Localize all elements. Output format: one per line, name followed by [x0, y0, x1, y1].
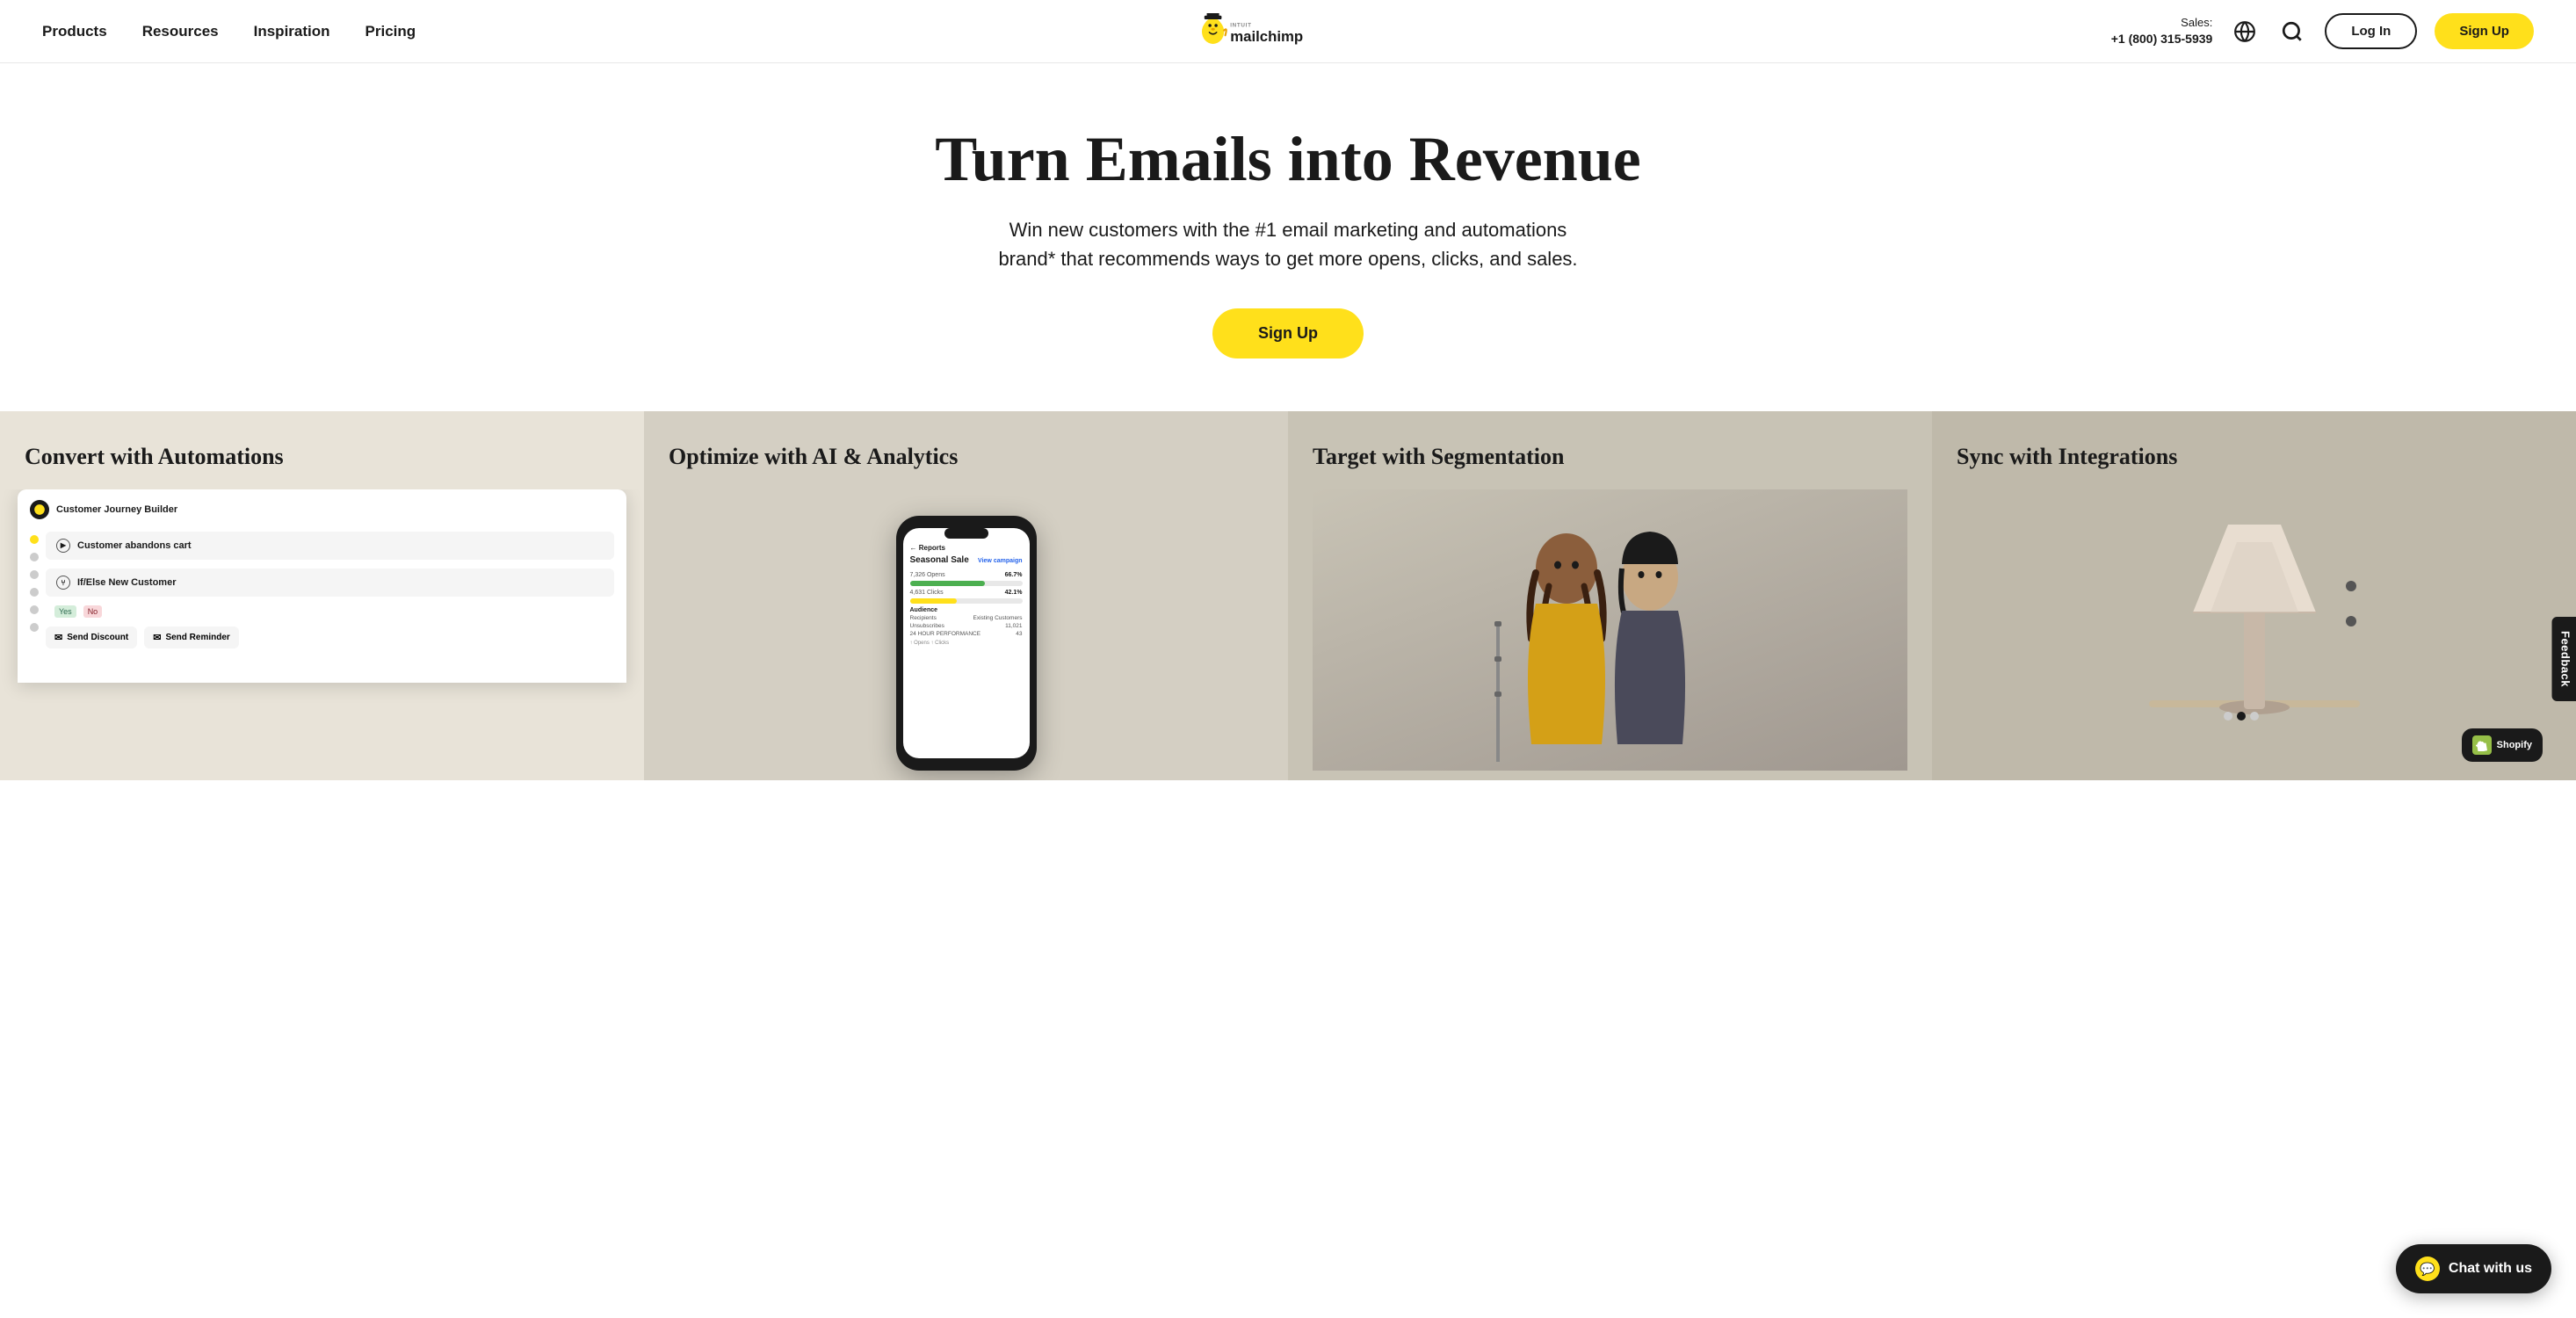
- journey-branch: Yes No: [54, 605, 614, 618]
- journey-step-ifelse: ⑂ If/Else New Customer: [46, 568, 614, 597]
- opens-label: 7,326 Opens: [910, 572, 945, 578]
- chimp-small-icon: [30, 500, 49, 519]
- clicks-label: 4,631 Clicks: [910, 590, 944, 596]
- lamp-illustration: [2140, 498, 2369, 762]
- journey-builder-mock: Customer Journey Builder: [18, 489, 626, 683]
- col-24hr: 24 HOUR PERFORMANCE: [910, 631, 981, 637]
- opens-bar: [910, 581, 985, 586]
- opens-pct: 66.7%: [1005, 572, 1023, 578]
- sidebar-dot-2: [30, 553, 39, 561]
- hero-title: Turn Emails into Revenue: [35, 125, 2541, 194]
- shopify-label: Shopify: [2497, 740, 2532, 750]
- step-play-icon: ▶: [56, 539, 70, 553]
- ai-analytics-title: Optimize with AI & Analytics: [669, 443, 1263, 472]
- abandon-cart-label: Customer abandons cart: [77, 540, 192, 551]
- journey-sends: ✉ Send Discount ✉ Send Reminder: [46, 626, 614, 648]
- feedback-tab[interactable]: Feedback: [2552, 617, 2576, 701]
- feature-ai-analytics: Optimize with AI & Analytics ← Reports S…: [644, 411, 1288, 780]
- badge-yes: Yes: [54, 605, 76, 618]
- send-discount-button: ✉ Send Discount: [46, 626, 137, 648]
- phone-notch: [944, 528, 988, 539]
- nav-resources[interactable]: Resources: [142, 23, 219, 40]
- phone-campaign-title: Seasonal Sale: [910, 555, 969, 565]
- col-existing: Existing Customers: [973, 615, 1023, 621]
- phone-screen: ← Reports Seasonal Sale View campaign 7,…: [903, 528, 1030, 758]
- email-icon-1: ✉: [54, 632, 62, 643]
- sales-info: Sales: +1 (800) 315-5939: [2111, 15, 2213, 48]
- journey-builder-label: Customer Journey Builder: [56, 504, 177, 515]
- globe-icon: [2233, 20, 2256, 43]
- table-header-row: Recipients Existing Customers: [910, 615, 1023, 621]
- sales-label: Sales:: [2111, 15, 2213, 31]
- feature-automations: Convert with Automations Customer Journe…: [0, 411, 644, 780]
- badge-no: No: [83, 605, 103, 618]
- sidebar-dot-6: [30, 623, 39, 632]
- clicks-stat-row: 4,631 Clicks 42.1%: [910, 590, 1023, 596]
- phone-mock-area: ← Reports Seasonal Sale View campaign 7,…: [669, 489, 1263, 771]
- audience-label: Audience: [910, 607, 1023, 613]
- svg-text:INTUIT: INTUIT: [1230, 22, 1252, 28]
- val-unsub: 43: [1016, 631, 1022, 637]
- email-icon-2: ✉: [153, 632, 161, 643]
- shopify-integration-badge[interactable]: Shopify: [2462, 728, 2543, 762]
- val-existing: 11,021: [1005, 623, 1022, 629]
- sidebar-dot-1: [30, 535, 39, 544]
- journey-step-abandon-cart: ▶ Customer abandons cart: [46, 532, 614, 560]
- automations-title: Convert with Automations: [25, 443, 619, 472]
- navbar: Products Resources Inspiration Pricing I…: [0, 0, 2576, 63]
- phone-back-label: ← Reports: [910, 544, 1023, 552]
- hero-subtitle: Win new customers with the #1 email mark…: [989, 215, 1587, 273]
- nav-right: Sales: +1 (800) 315-5939 Log In Sign Up: [2111, 13, 2534, 49]
- mailchimp-logo[interactable]: INTUIT mailchimp: [1196, 13, 1331, 50]
- shopify-icon: [2472, 735, 2492, 755]
- nav-left: Products Resources Inspiration Pricing: [42, 23, 416, 40]
- people-photo-placeholder: [1313, 489, 1907, 771]
- feature-segmentation: Target with Segmentation: [1288, 411, 1932, 780]
- chat-widget[interactable]: 💬 Chat with us: [2396, 1244, 2551, 1293]
- opens-bar-wrap: [910, 581, 1023, 586]
- sidebar-dot-5: [30, 605, 39, 614]
- feature-integrations: Sync with Integrations: [1932, 411, 2576, 780]
- segmentation-title: Target with Segmentation: [1313, 443, 1907, 472]
- col-unsub: Unsubscribes: [910, 623, 944, 629]
- integrations-title: Sync with Integrations: [1957, 443, 2551, 472]
- nav-inspiration[interactable]: Inspiration: [254, 23, 330, 40]
- table-24hr-row: 24 HOUR PERFORMANCE 43: [910, 631, 1023, 637]
- hero-signup-button[interactable]: Sign Up: [1212, 308, 1364, 358]
- clicks-bar: [910, 598, 958, 604]
- signup-nav-button[interactable]: Sign Up: [2435, 13, 2534, 49]
- opens-stat-row: 7,326 Opens 66.7%: [910, 572, 1023, 578]
- login-button[interactable]: Log In: [2325, 13, 2417, 49]
- hero-section: Turn Emails into Revenue Win new custome…: [0, 63, 2576, 411]
- send-reminder-label: Send Reminder: [165, 633, 229, 642]
- sales-phone[interactable]: +1 (800) 315-5939: [2111, 31, 2213, 48]
- chat-icon: 💬: [2415, 1256, 2440, 1281]
- sidebar-dot-3: [30, 570, 39, 579]
- integrations-visual: Shopify: [1957, 489, 2551, 771]
- automations-visual: Customer Journey Builder: [0, 489, 644, 781]
- search-icon: [2281, 20, 2304, 43]
- svg-text:mailchimp: mailchimp: [1230, 28, 1303, 45]
- col-recipients: Recipients: [910, 615, 937, 621]
- send-reminder-button: ✉ Send Reminder: [144, 626, 239, 648]
- chat-label: Chat with us: [2449, 1261, 2532, 1277]
- segmentation-visual: [1313, 489, 1907, 771]
- ifelse-label: If/Else New Customer: [77, 577, 176, 588]
- clicks-bar-wrap: [910, 598, 1023, 604]
- nav-products[interactable]: Products: [42, 23, 107, 40]
- people-illustration: [1487, 498, 1733, 762]
- clicks-pct: 42.1%: [1005, 590, 1023, 596]
- globe-icon-button[interactable]: [2230, 17, 2260, 47]
- features-section: Convert with Automations Customer Journe…: [0, 411, 2576, 780]
- search-icon-button[interactable]: [2277, 17, 2307, 47]
- step-branch-icon: ⑂: [56, 576, 70, 590]
- table-unsub-row: Unsubscribes 11,021: [910, 623, 1023, 629]
- view-campaign-link[interactable]: View campaign: [978, 558, 1022, 564]
- send-discount-label: Send Discount: [67, 633, 128, 642]
- journey-mock-header: Customer Journey Builder: [30, 500, 614, 519]
- nav-pricing[interactable]: Pricing: [365, 23, 416, 40]
- opens-bottom-label: ↑ Opens ↑ Clicks: [910, 641, 1023, 646]
- sidebar-dot-4: [30, 588, 39, 597]
- phone-outer: ← Reports Seasonal Sale View campaign 7,…: [896, 516, 1037, 771]
